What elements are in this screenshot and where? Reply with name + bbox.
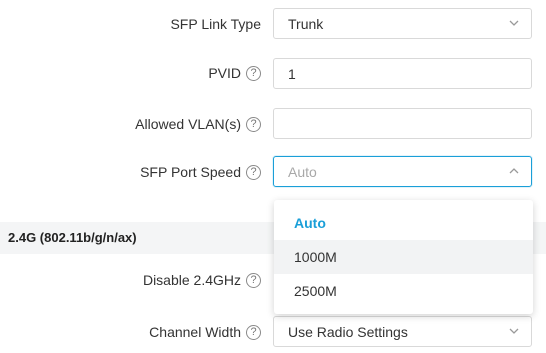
- channel-width-select[interactable]: Use Radio Settings: [273, 316, 532, 347]
- channel-width-label: Channel Width ?: [149, 324, 261, 340]
- dropdown-option-1000m[interactable]: 1000M: [274, 240, 533, 274]
- allowed-vlans-input[interactable]: [273, 108, 532, 139]
- chevron-up-icon: [509, 166, 519, 176]
- chevron-down-icon: [509, 326, 519, 336]
- help-circle-icon[interactable]: ?: [246, 116, 261, 132]
- sfp-port-speed-dropdown: Auto 1000M 2500M: [274, 200, 533, 314]
- disable-24ghz-label: Disable 2.4GHz ?: [143, 272, 261, 288]
- dropdown-option-auto[interactable]: Auto: [274, 206, 533, 240]
- sfp-link-type-select[interactable]: Trunk: [273, 8, 532, 39]
- pvid-value: 1: [288, 65, 296, 82]
- help-circle-icon[interactable]: ?: [246, 164, 261, 180]
- allowed-vlans-label: Allowed VLAN(s) ?: [135, 116, 261, 132]
- sfp-link-type-value: Trunk: [288, 15, 324, 32]
- sfp-port-speed-label: SFP Port Speed ?: [140, 164, 261, 180]
- channel-width-value: Use Radio Settings: [288, 323, 408, 340]
- help-circle-icon[interactable]: ?: [246, 324, 261, 340]
- sfp-port-speed-placeholder: Auto: [288, 163, 317, 180]
- section-title: 2.4G (802.11b/g/n/ax): [8, 230, 137, 245]
- sfp-port-speed-select[interactable]: Auto: [273, 156, 532, 187]
- help-circle-icon[interactable]: ?: [246, 272, 261, 288]
- pvid-label: PVID ?: [208, 65, 261, 81]
- pvid-input[interactable]: 1: [273, 58, 532, 89]
- sfp-link-type-label: SFP Link Type: [170, 16, 261, 32]
- help-circle-icon[interactable]: ?: [246, 65, 261, 81]
- dropdown-option-2500m[interactable]: 2500M: [274, 274, 533, 308]
- chevron-down-icon: [509, 18, 519, 28]
